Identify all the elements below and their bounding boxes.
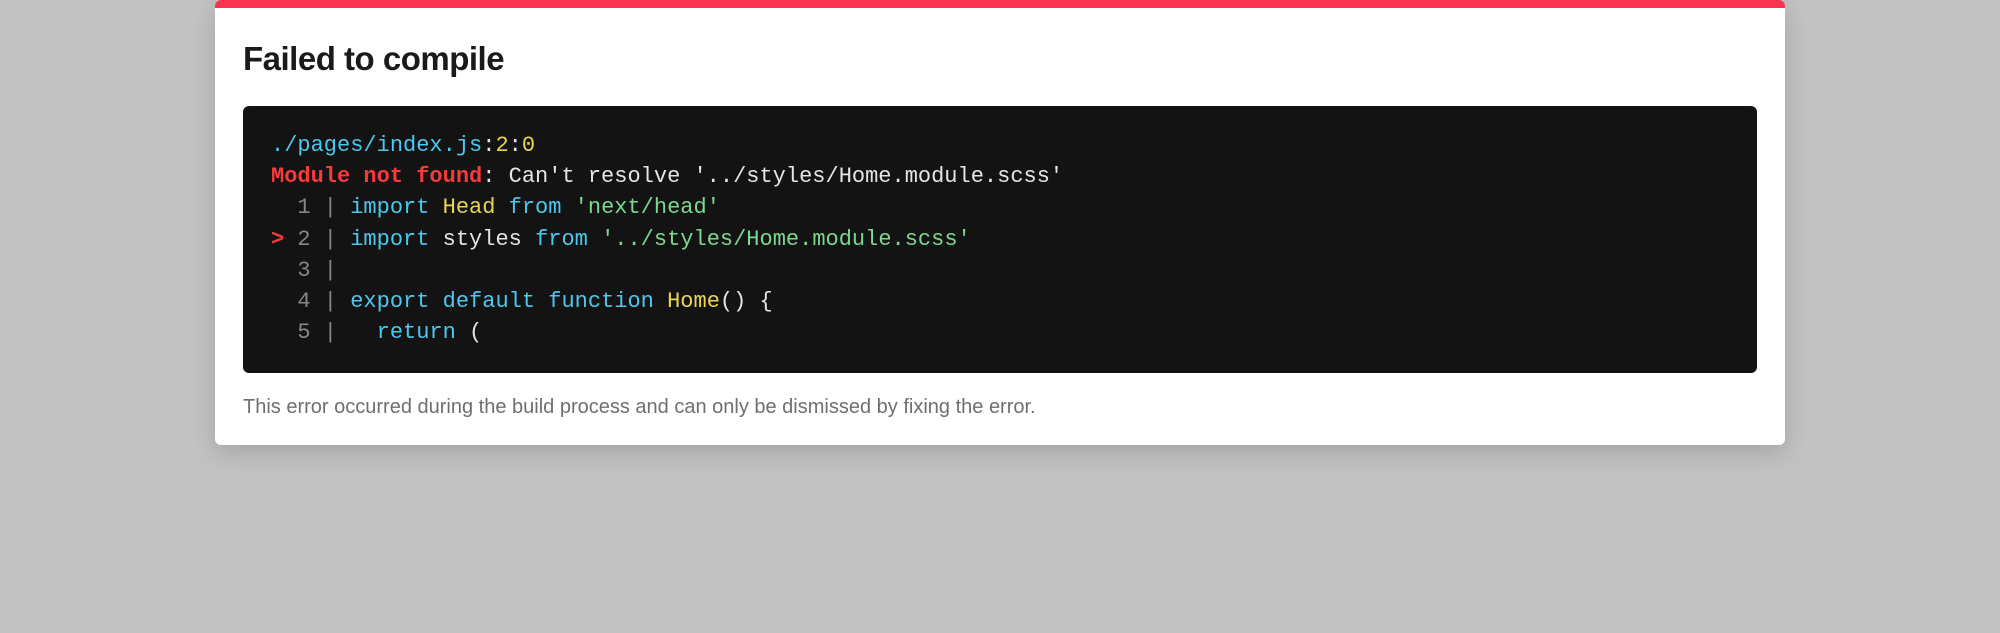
keyword-import: import bbox=[350, 195, 429, 220]
dialog-content: Failed to compile ./pages/index.js:2:0 M… bbox=[215, 8, 1785, 445]
error-col-num: 0 bbox=[522, 133, 535, 158]
error-type-label: Module not found bbox=[271, 164, 482, 189]
keyword-return: return bbox=[377, 320, 456, 345]
identifier: styles bbox=[443, 227, 522, 252]
separator: : bbox=[509, 133, 522, 158]
keyword-from: from bbox=[509, 195, 562, 220]
identifier: Home bbox=[667, 289, 720, 314]
file-path: ./pages/index.js bbox=[271, 133, 482, 158]
error-line-num: 2 bbox=[495, 133, 508, 158]
identifier: Head bbox=[443, 195, 496, 220]
line-gutter: 4 | bbox=[271, 289, 350, 314]
line-gutter: 2 | bbox=[284, 227, 350, 252]
code-tail: ( bbox=[456, 320, 482, 345]
code-tail: () { bbox=[720, 289, 773, 314]
keyword-function: function bbox=[548, 289, 654, 314]
error-caret: > bbox=[271, 227, 284, 252]
string-literal: '../styles/Home.module.scss' bbox=[601, 227, 971, 252]
line-gutter: 3 | bbox=[271, 258, 350, 283]
keyword-import: import bbox=[350, 227, 429, 252]
keyword-default: default bbox=[443, 289, 535, 314]
keyword-export: export bbox=[350, 289, 429, 314]
keyword-from: from bbox=[535, 227, 588, 252]
line-gutter: 1 | bbox=[271, 195, 350, 220]
string-literal: 'next/head' bbox=[575, 195, 720, 220]
line-gutter: 5 | bbox=[271, 320, 377, 345]
code-block: ./pages/index.js:2:0 Module not found: C… bbox=[243, 106, 1757, 373]
separator: : bbox=[482, 133, 495, 158]
error-message: : Can't resolve '../styles/Home.module.s… bbox=[482, 164, 1063, 189]
error-dialog: Failed to compile ./pages/index.js:2:0 M… bbox=[215, 0, 1785, 445]
error-accent-bar bbox=[215, 0, 1785, 8]
error-footer-note: This error occurred during the build pro… bbox=[243, 393, 1757, 421]
error-title: Failed to compile bbox=[243, 40, 1757, 78]
